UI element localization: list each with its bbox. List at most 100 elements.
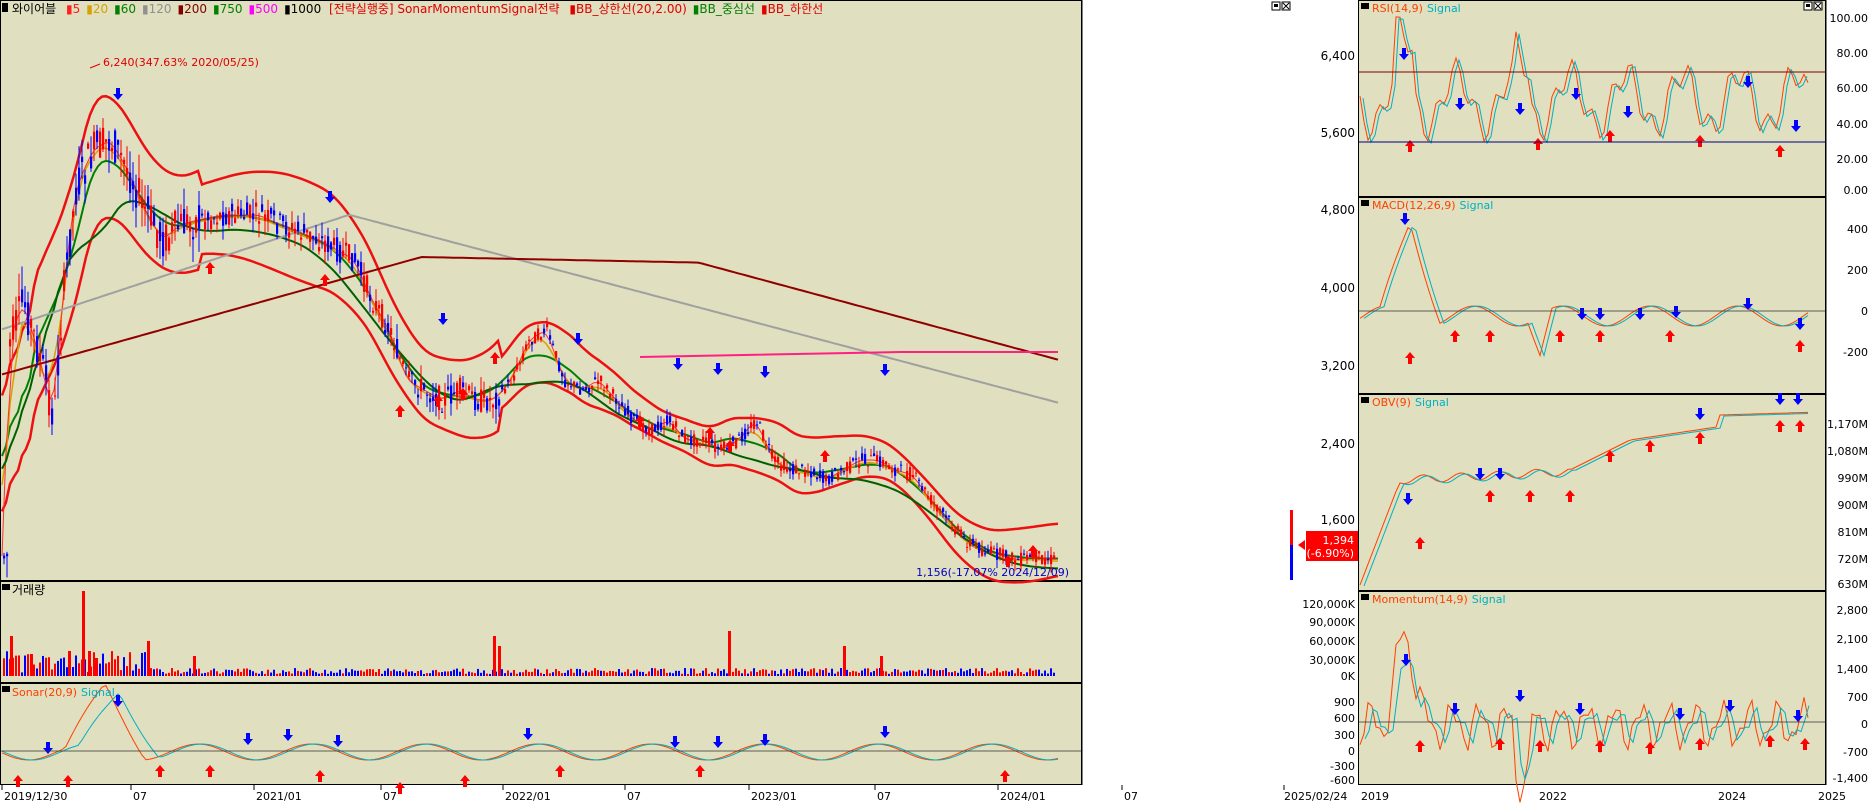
volume-bar — [561, 673, 563, 676]
volume-spike — [193, 656, 196, 676]
candle — [1035, 550, 1038, 563]
macd-axis-label: -200 — [1843, 346, 1868, 359]
current-price: 1,394 — [1323, 534, 1355, 547]
candle — [453, 392, 456, 395]
volume-bar — [135, 664, 137, 676]
volume-bar — [489, 673, 491, 676]
candle — [1044, 557, 1047, 565]
candle — [63, 270, 66, 292]
volume-bar — [612, 671, 614, 676]
volume-bar — [831, 668, 833, 676]
candle — [999, 548, 1002, 556]
candle — [429, 398, 432, 403]
obv-axis-label: 810M — [1838, 526, 1869, 539]
obv-menu-icon[interactable] — [1361, 397, 1369, 403]
volume-bar — [354, 670, 356, 676]
macd-axis-label: 200 — [1847, 264, 1868, 277]
candle — [720, 444, 723, 450]
rsi-menu-icon[interactable] — [1361, 3, 1369, 9]
momentum-axis-label: 1,400 — [1837, 663, 1869, 676]
volume-bar — [507, 670, 509, 676]
volume-bar — [291, 673, 293, 676]
volume-bar — [543, 673, 545, 676]
candle — [669, 416, 672, 423]
candle — [525, 344, 528, 350]
volume-bar — [552, 672, 554, 676]
volume-bar — [666, 672, 668, 676]
volume-bar — [501, 669, 503, 676]
volume-bar — [330, 671, 332, 676]
right-x-axis-label: 2022 — [1539, 790, 1567, 803]
volume-bar — [45, 657, 47, 676]
candle — [96, 130, 99, 143]
obv-panel[interactable] — [1358, 394, 1826, 590]
candle — [102, 127, 105, 150]
candle — [603, 389, 606, 391]
candle — [69, 229, 72, 257]
volume-bar — [735, 668, 737, 676]
volume-bar — [480, 672, 482, 676]
candle — [54, 395, 57, 397]
candle — [147, 196, 150, 209]
volume-axis-label: 0K — [1341, 670, 1356, 683]
panel-menu-icon[interactable] — [2, 3, 8, 12]
volume-bar — [144, 652, 146, 676]
sonar-title: Sonar(20,9) Signal — [12, 686, 115, 699]
volume-bar — [549, 673, 551, 676]
candle — [231, 203, 234, 212]
candle — [675, 421, 678, 427]
rsi-axis-label: 0.00 — [1844, 184, 1869, 197]
volume-bar — [795, 668, 797, 676]
candle — [843, 471, 846, 473]
candle — [177, 225, 180, 230]
x-axis-label: 2021/01 — [256, 790, 302, 803]
volume-bar — [138, 668, 140, 676]
candle — [396, 339, 399, 358]
volume-menu-icon[interactable] — [2, 584, 10, 590]
candle — [276, 223, 279, 234]
sonar-axis-label: 900 — [1334, 696, 1355, 709]
candle — [6, 553, 9, 557]
volume-bar — [738, 670, 740, 676]
candle — [909, 467, 912, 481]
macd-panel[interactable] — [1358, 197, 1826, 393]
candle — [405, 367, 408, 369]
volume-bar — [849, 672, 851, 676]
volume-bar — [237, 668, 239, 676]
chart-canvas[interactable]: 와이어블 ▮5 ▮20 ▮60 ▮120 ▮200 ▮750 ▮500 ▮1000 [전략실행… — [0, 0, 1871, 804]
volume-bar — [417, 670, 419, 676]
volume-bar — [393, 669, 395, 676]
volume-bar — [276, 673, 278, 676]
candle — [978, 542, 981, 553]
volume-bar — [783, 673, 785, 676]
volume-bar — [171, 668, 173, 676]
sonar-menu-icon[interactable] — [2, 686, 10, 692]
macd-menu-icon[interactable] — [1361, 200, 1369, 206]
volume-bar — [972, 673, 974, 676]
volume-bar — [255, 672, 257, 676]
candle — [750, 422, 753, 429]
candle — [249, 204, 252, 218]
candle — [630, 412, 633, 423]
candle — [24, 302, 27, 308]
candle — [1050, 554, 1053, 565]
volume-bar — [888, 673, 890, 676]
volume-bar — [588, 672, 590, 676]
price-panel[interactable] — [0, 0, 1082, 580]
momentum-menu-icon[interactable] — [1361, 594, 1369, 600]
volume-bar — [15, 655, 17, 676]
candle — [309, 231, 312, 242]
volume-axis-label: 120,000K — [1302, 598, 1355, 611]
volume-panel[interactable] — [0, 581, 1082, 682]
candle — [582, 388, 585, 390]
volume-bar — [357, 670, 359, 676]
volume-bar — [1023, 673, 1025, 676]
volume-bar — [741, 673, 743, 676]
volume-bar — [183, 672, 185, 676]
volume-spike — [728, 631, 731, 676]
candle — [609, 393, 612, 398]
momentum-panel[interactable] — [1358, 591, 1826, 784]
volume-spike — [493, 636, 496, 676]
volume-bar — [429, 673, 431, 676]
candle — [87, 143, 90, 149]
